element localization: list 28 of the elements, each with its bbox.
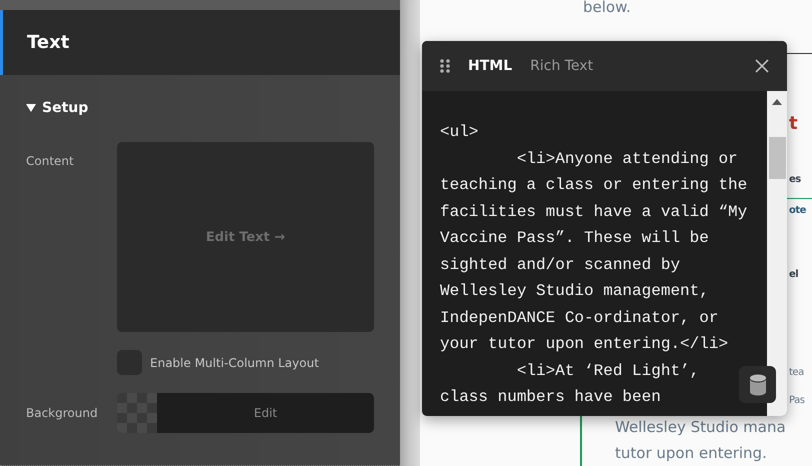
section-toggle[interactable]: Setup [26, 100, 374, 116]
page-text: t [788, 116, 798, 132]
quote-text: Wellesley Studio mana [615, 417, 786, 438]
field-label: Content [26, 153, 75, 168]
quote-text: tutor upon entering. [615, 443, 767, 464]
page-text: es [788, 173, 801, 187]
drag-handle-icon[interactable] [440, 59, 450, 73]
triangle-icon [26, 104, 36, 112]
field-label: Background [26, 406, 99, 420]
scroll-thumb[interactable] [768, 137, 786, 179]
page-text: ote [788, 204, 806, 218]
page-text: el [788, 268, 798, 282]
scroll-up-icon[interactable] [772, 99, 782, 105]
scrollbar[interactable] [767, 91, 787, 416]
database-icon [748, 374, 766, 396]
tab[interactable]: HTML [468, 58, 512, 74]
page-text: tea [788, 366, 804, 380]
code-text[interactable]: <ul> <li>Anyone attending or teaching a class or entering the facilities must have a valid “My Vaccine Pass”. These will be sighted and/or scanned by Wellesley Studio management, IndepenDANCE Co-ordinator, or your tutor upon entering.</li> <li>At ‘Red Light’, class numbers have been [440, 119, 752, 410]
background-edit-button[interactable]: Edit [157, 393, 374, 433]
close-button[interactable] [755, 59, 769, 73]
transparency-swatch[interactable] [117, 393, 157, 433]
database-button[interactable] [739, 366, 776, 403]
tab[interactable]: Rich Text [530, 58, 594, 74]
panel-title: Text [27, 32, 70, 53]
page-text: below. [582, 0, 632, 14]
section-title: Setup [42, 100, 88, 116]
page-text: Pas [788, 394, 804, 408]
checkbox-label: Enable Multi-Column Layout [150, 356, 319, 370]
